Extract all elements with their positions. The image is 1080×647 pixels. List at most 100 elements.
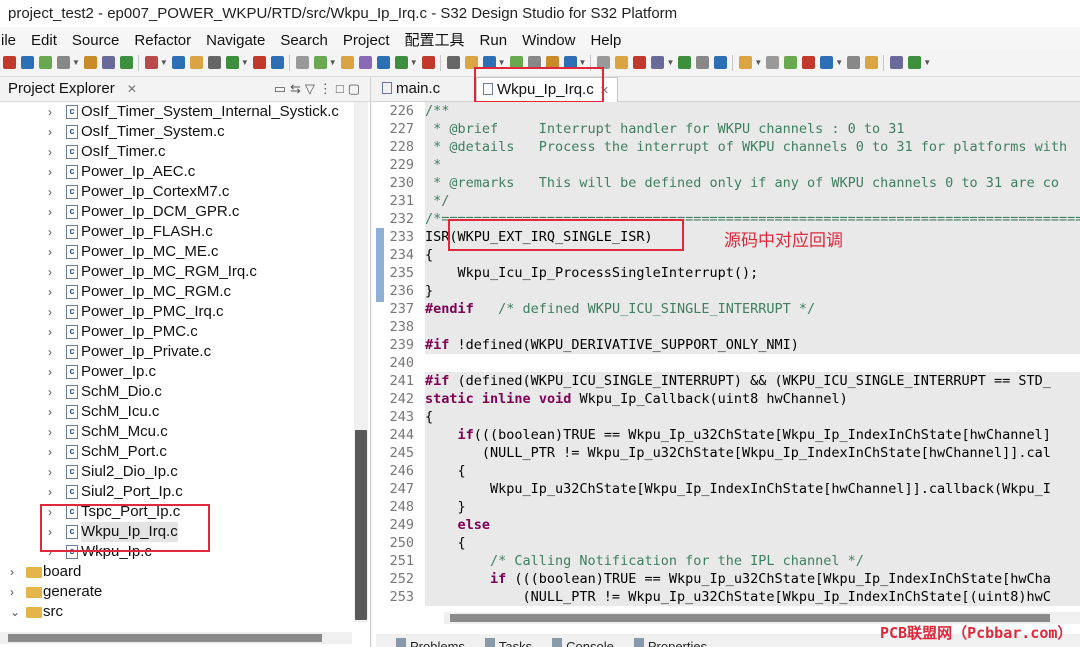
toolbar-icon[interactable] [39,56,52,69]
toolbar-icon[interactable] [189,56,203,69]
tree-file[interactable]: › c OsIf_Timer_System.c [0,122,352,142]
code-line[interactable]: 241 #if (defined(WKPU_ICU_SINGLE_INTERRUP… [372,372,1080,390]
tree-file[interactable]: › c Power_Ip_PMC_Irq.c [0,302,352,322]
chevron-right-icon[interactable]: › [48,102,52,122]
tree-file[interactable]: › c SchM_Port.c [0,442,352,462]
tree-file[interactable]: › c Power_Ip_PMC.c [0,322,352,342]
chevron-down-icon[interactable]: ▼ [160,58,168,67]
toolbar-icon[interactable] [847,56,861,69]
menu-item[interactable]: 配置工具 [398,27,473,49]
menu-item[interactable]: Project [336,30,398,49]
tree-file[interactable]: › c Power_Ip_FLASH.c [0,222,352,242]
tree-file[interactable]: › c SchM_Mcu.c [0,422,352,442]
view-toolbar[interactable]: ▭⇆▽⋮□▢ [274,77,364,101]
tree-file[interactable]: › c Power_Ip_MC_RGM.c [0,282,352,302]
toolbar-icon[interactable] [376,56,390,69]
chevron-right-icon[interactable]: › [48,222,52,242]
menu-item[interactable]: Refactor [127,30,199,49]
code-line[interactable]: 238 [372,318,1080,336]
tree-file[interactable]: › c OsIf_Timer_System_Internal_Systick.c [0,102,352,122]
code-line[interactable]: 251 /* Calling Notification for the IPL … [372,552,1080,570]
toolbar-icon[interactable] [633,56,647,69]
chevron-down-icon[interactable]: ▼ [410,58,418,67]
toolbar-icon[interactable] [340,56,354,69]
code-area[interactable]: 226/** 227 * @brief Interrupt handler for… [372,102,1080,612]
toolbar-icon[interactable] [615,56,629,69]
code-line[interactable]: 242 static inline void Wkpu_Ip_Callback(u… [372,390,1080,408]
tree-file[interactable]: › c SchM_Icu.c [0,402,352,422]
code-line[interactable]: 239 #if !defined(WKPU_DERIVATIVE_SUPPORT_… [372,336,1080,354]
chevron-down-icon[interactable]: ▼ [666,58,674,67]
code-line[interactable]: 236} [372,282,1080,300]
chevron-right-icon[interactable]: › [48,382,52,402]
tree-file[interactable]: › c Power_Ip_MC_ME.c [0,242,352,262]
toolbar-icon[interactable] [83,56,97,69]
chevron-right-icon[interactable]: › [48,362,52,382]
chevron-right-icon[interactable]: › [10,562,14,582]
tree-folder[interactable]: ⌄ src [0,602,352,622]
chevron-right-icon[interactable]: › [48,442,52,462]
chevron-right-icon[interactable]: › [48,262,52,282]
toolbar-icon[interactable] [421,56,435,69]
toolbar-icon[interactable] [739,56,753,69]
tree-file[interactable]: › c Power_Ip.c [0,362,352,382]
chevron-down-icon[interactable]: ▼ [72,58,80,67]
chevron-down-icon[interactable]: ▼ [241,58,249,67]
toolbar-icon[interactable] [57,56,70,69]
code-line[interactable]: 253 (NULL_PTR != Wkpu_Ip_u32ChState[Wkpu… [372,588,1080,606]
toolbar-icon[interactable] [651,56,665,69]
tree-file[interactable]: › c Power_Ip_AEC.c [0,162,352,182]
code-line[interactable]: 246 { [372,462,1080,480]
code-line[interactable]: 229 * [372,156,1080,174]
chevron-right-icon[interactable]: › [48,302,52,322]
chevron-down-icon[interactable]: ▼ [498,58,506,67]
toolbar-icon[interactable] [119,56,133,69]
chevron-right-icon[interactable]: › [48,122,52,142]
chevron-down-icon[interactable]: ▼ [329,58,337,67]
code-line[interactable]: 245 (NULL_PTR != Wkpu_Ip_u32ChState[Wkpu… [372,444,1080,462]
chevron-down-icon[interactable]: ▼ [579,58,587,67]
tree-file[interactable]: › c Siul2_Dio_Ip.c [0,462,352,482]
chevron-right-icon[interactable]: › [48,322,52,342]
scroll-thumb[interactable] [8,634,322,642]
code-line[interactable]: 237 #endif /* defined WKPU_ICU_SINGLE_INT… [372,300,1080,318]
toolbar-icon[interactable] [802,56,816,69]
toolbar-icon[interactable] [207,56,221,69]
chevron-right-icon[interactable]: › [48,242,52,262]
chevron-down-icon[interactable]: ▼ [754,58,762,67]
tree-file[interactable]: › c Power_Ip_MC_RGM_Irq.c [0,262,352,282]
toolbar-icon[interactable] [252,56,266,69]
code-line[interactable]: 249 else [372,516,1080,534]
bottom-tab[interactable]: Console [542,634,614,647]
toolbar-icon[interactable] [908,56,922,69]
code-line[interactable]: 230 * @remarks This will be defined only… [372,174,1080,192]
chevron-right-icon[interactable]: › [48,182,52,202]
toolbar-icon[interactable] [714,56,728,69]
toolbar-icon[interactable] [696,56,710,69]
scroll-thumb[interactable] [450,614,1050,622]
toolbar-icon[interactable] [865,56,879,69]
code-line[interactable]: 244 if(((boolean)TRUE == Wkpu_Ip_u32ChSt… [372,426,1080,444]
chevron-right-icon[interactable]: › [48,202,52,222]
vertical-scrollbar[interactable] [354,102,368,622]
menu-item[interactable]: ile [0,30,24,49]
tab-main-c[interactable]: main.c [382,77,440,101]
tree-file[interactable]: › c Power_Ip_CortexM7.c [0,182,352,202]
toolbar-icon[interactable] [766,56,780,69]
code-line[interactable]: 240 [372,354,1080,372]
code-line[interactable]: 250 { [372,534,1080,552]
tree-file[interactable]: › c OsIf_Timer.c [0,142,352,162]
tree-folder[interactable]: › generate [0,582,352,602]
tree-file[interactable]: › c Siul2_Port_Ip.c [0,482,352,502]
chevron-right-icon[interactable]: › [48,342,52,362]
chevron-right-icon[interactable]: › [48,462,52,482]
toolbar-icon[interactable] [225,56,239,69]
toolbar-icon[interactable] [3,56,16,69]
code-line[interactable]: 227 * @brief Interrupt handler for WKPU … [372,120,1080,138]
chevron-right-icon[interactable]: › [48,162,52,182]
chevron-right-icon[interactable]: › [48,482,52,502]
chevron-down-icon[interactable]: ▼ [835,58,843,67]
toolbar-icon[interactable] [313,56,327,69]
toolbar-icon[interactable] [394,56,408,69]
menu-item[interactable]: Run [473,30,516,49]
